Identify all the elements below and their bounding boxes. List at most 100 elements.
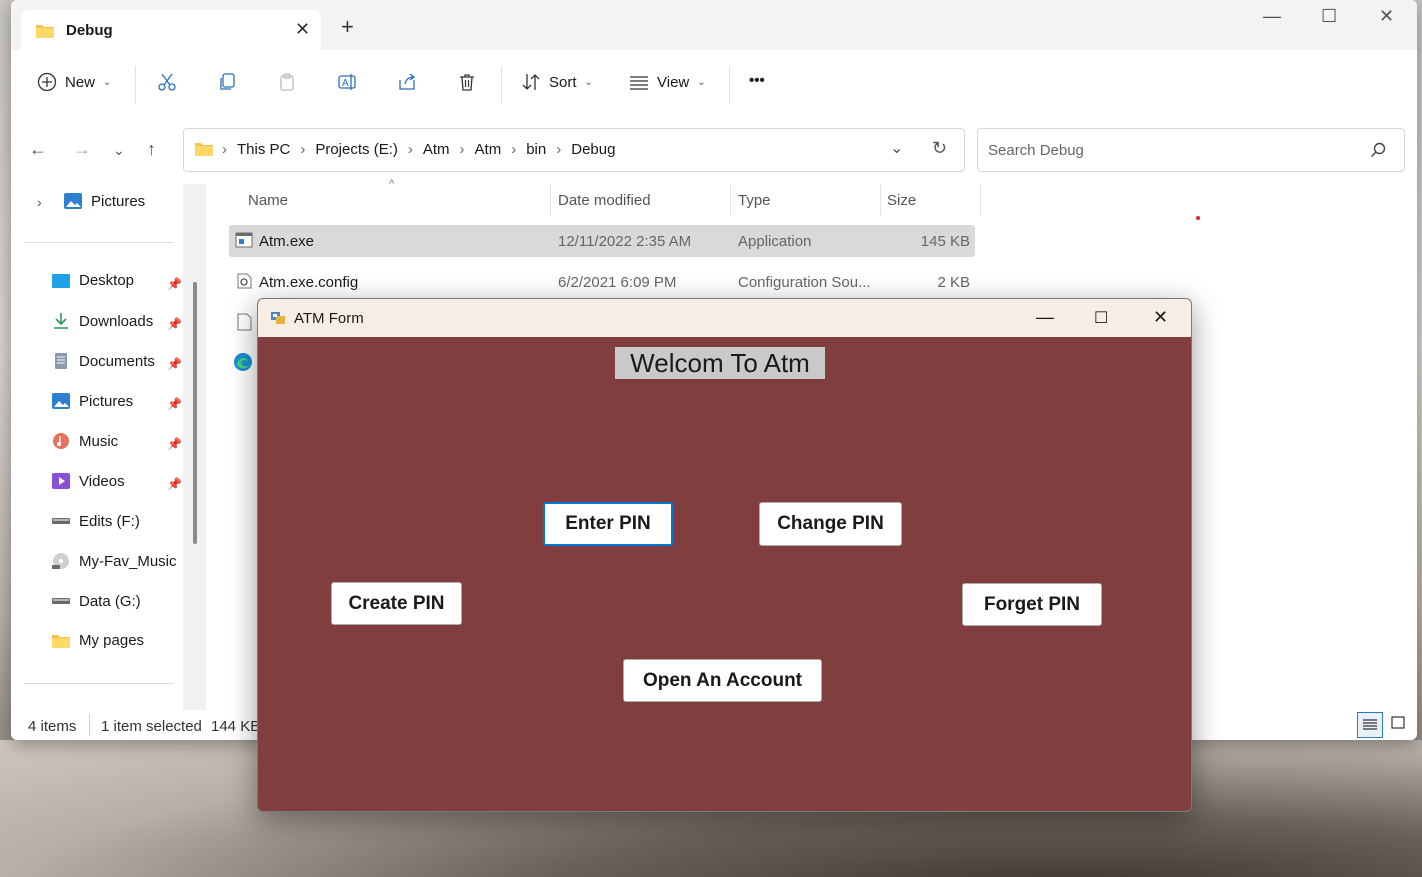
- share-button[interactable]: [397, 72, 417, 92]
- share-icon: [399, 73, 416, 90]
- back-arrow-icon[interactable]: ←: [29, 139, 47, 160]
- sidebar-scrollbar[interactable]: [183, 184, 206, 710]
- table-row[interactable]: Atm.exe 12/11/2022 2:35 AM Application 1…: [229, 225, 975, 257]
- atm-form-window: ATM Form — ☐ ✕ Welcom To Atm Enter PIN C…: [257, 298, 1192, 812]
- paste-button[interactable]: [277, 72, 297, 92]
- maximize-button[interactable]: ☐: [1321, 6, 1337, 27]
- atm-title-bar[interactable]: ATM Form — ☐ ✕: [258, 299, 1191, 337]
- sidebar-item-documents[interactable]: Documents: [51, 352, 155, 370]
- pin-icon: 📌: [167, 317, 182, 331]
- tab-debug[interactable]: Debug ✕: [21, 10, 321, 50]
- forward-arrow-icon[interactable]: →: [73, 139, 91, 160]
- column-header-name[interactable]: Name: [248, 192, 288, 209]
- sidebar-item-label: Videos: [79, 472, 125, 490]
- chevron-down-icon[interactable]: ⌄: [890, 138, 903, 158]
- open-account-button[interactable]: Open An Account: [623, 659, 822, 702]
- search-box[interactable]: Search Debug: [977, 128, 1405, 172]
- close-window-button[interactable]: ✕: [1379, 6, 1394, 27]
- sidebar-item-my-pages[interactable]: My pages: [51, 632, 144, 649]
- copy-button[interactable]: [217, 72, 237, 92]
- view-button[interactable]: View ⌄: [629, 72, 706, 92]
- clipboard-icon: [280, 73, 294, 91]
- sidebar-item-my-fav-music[interactable]: My-Fav_Music: [51, 552, 177, 570]
- column-header-type[interactable]: Type: [738, 192, 771, 209]
- drive-icon: [52, 518, 70, 524]
- tiles-view-icon: [1391, 716, 1405, 729]
- forget-pin-button[interactable]: Forget PIN: [962, 583, 1102, 626]
- sidebar-item-desktop[interactable]: Desktop: [51, 272, 134, 289]
- new-label: New: [65, 73, 96, 91]
- sidebar-item-edits-drive[interactable]: Edits (F:): [51, 512, 140, 530]
- plus-circle-icon: [37, 72, 57, 92]
- drive-icon: [52, 598, 70, 604]
- sort-button[interactable]: Sort ⌄: [521, 72, 593, 92]
- minimize-button[interactable]: —: [1036, 307, 1054, 328]
- search-placeholder: Search Debug: [988, 142, 1084, 159]
- column-divider[interactable]: [550, 184, 551, 216]
- sidebar-item-pictures[interactable]: Pictures: [51, 392, 133, 410]
- recent-chevron-icon[interactable]: ⌄: [113, 142, 125, 159]
- toolbar-divider: [729, 66, 730, 104]
- sort-label: Sort: [549, 73, 577, 91]
- trash-icon: [460, 74, 474, 91]
- new-button[interactable]: New ⌄: [37, 72, 111, 92]
- delete-button[interactable]: [457, 72, 477, 92]
- address-bar[interactable]: › This PC › Projects (E:) › Atm › Atm › …: [183, 128, 965, 172]
- column-divider[interactable]: [880, 184, 881, 216]
- pin-icon: 📌: [167, 477, 182, 491]
- file-icon: [237, 313, 252, 331]
- sidebar-item-label: Pictures: [91, 192, 146, 210]
- breadcrumb-item[interactable]: This PC: [237, 141, 290, 158]
- sidebar-item-music[interactable]: Music: [51, 432, 118, 450]
- config-file-icon: [237, 273, 252, 289]
- column-header-date[interactable]: Date modified: [558, 192, 651, 209]
- breadcrumb-separator: ›: [511, 141, 517, 158]
- rename-icon: A: [338, 74, 356, 90]
- sidebar-item-downloads[interactable]: Downloads: [51, 312, 153, 330]
- column-divider[interactable]: [730, 184, 731, 216]
- breadcrumb-item[interactable]: Projects (E:): [315, 141, 398, 158]
- rename-button[interactable]: A: [337, 72, 357, 92]
- refresh-icon[interactable]: ↻: [932, 138, 947, 159]
- maximize-button[interactable]: ☐: [1094, 308, 1108, 328]
- create-pin-button[interactable]: Create PIN: [331, 582, 462, 625]
- enter-pin-button[interactable]: Enter PIN: [543, 502, 673, 546]
- minimize-button[interactable]: —: [1263, 6, 1281, 27]
- file-type: Application: [738, 233, 812, 250]
- table-row[interactable]: Atm.exe.config 6/2/2021 6:09 PM Configur…: [229, 266, 975, 298]
- details-view-button[interactable]: [1357, 712, 1383, 738]
- breadcrumb-item[interactable]: Atm: [475, 141, 502, 158]
- sidebar-item-pictures-top[interactable]: Pictures: [63, 192, 145, 210]
- column-header-size[interactable]: Size: [887, 192, 916, 209]
- cut-button[interactable]: [157, 72, 177, 92]
- breadcrumb-item[interactable]: Atm: [423, 141, 450, 158]
- view-label: View: [657, 73, 690, 91]
- folder-icon: [52, 634, 70, 648]
- sidebar-item-label: Downloads: [79, 312, 154, 330]
- pin-icon: 📌: [167, 397, 182, 411]
- desktop-icon: [52, 273, 70, 288]
- new-tab-button[interactable]: +: [341, 16, 354, 38]
- sidebar-item-videos[interactable]: Videos: [51, 472, 125, 490]
- selection-count: 1 item selected: [101, 718, 202, 735]
- sort-icon: [522, 74, 540, 90]
- up-arrow-icon[interactable]: ↑: [147, 139, 156, 160]
- file-type: Configuration Sou...: [738, 274, 871, 291]
- breadcrumb-item[interactable]: Debug: [571, 141, 615, 158]
- scrollbar-thumb[interactable]: [193, 282, 197, 544]
- breadcrumb-item[interactable]: bin: [526, 141, 546, 158]
- address-row: ← → ⌄ ↑ › This PC › Projects (E:) › Atm …: [11, 118, 1417, 180]
- sidebar-item-label: Documents: [79, 352, 155, 370]
- cd-drive-icon: [52, 553, 69, 569]
- expand-chevron-icon[interactable]: ›: [37, 194, 42, 210]
- close-icon[interactable]: ✕: [295, 19, 310, 40]
- large-icons-view-button[interactable]: [1391, 716, 1405, 734]
- change-pin-button[interactable]: Change PIN: [759, 502, 902, 546]
- column-divider[interactable]: [980, 184, 981, 216]
- more-options-button[interactable]: •••: [749, 72, 765, 89]
- tab-bar: Debug ✕ + — ☐ ✕: [11, 0, 1417, 50]
- sort-ascending-icon: ^: [389, 178, 395, 190]
- red-dot: [1196, 216, 1200, 220]
- close-window-button[interactable]: ✕: [1153, 307, 1168, 328]
- sidebar-item-data-drive[interactable]: Data (G:): [51, 592, 141, 610]
